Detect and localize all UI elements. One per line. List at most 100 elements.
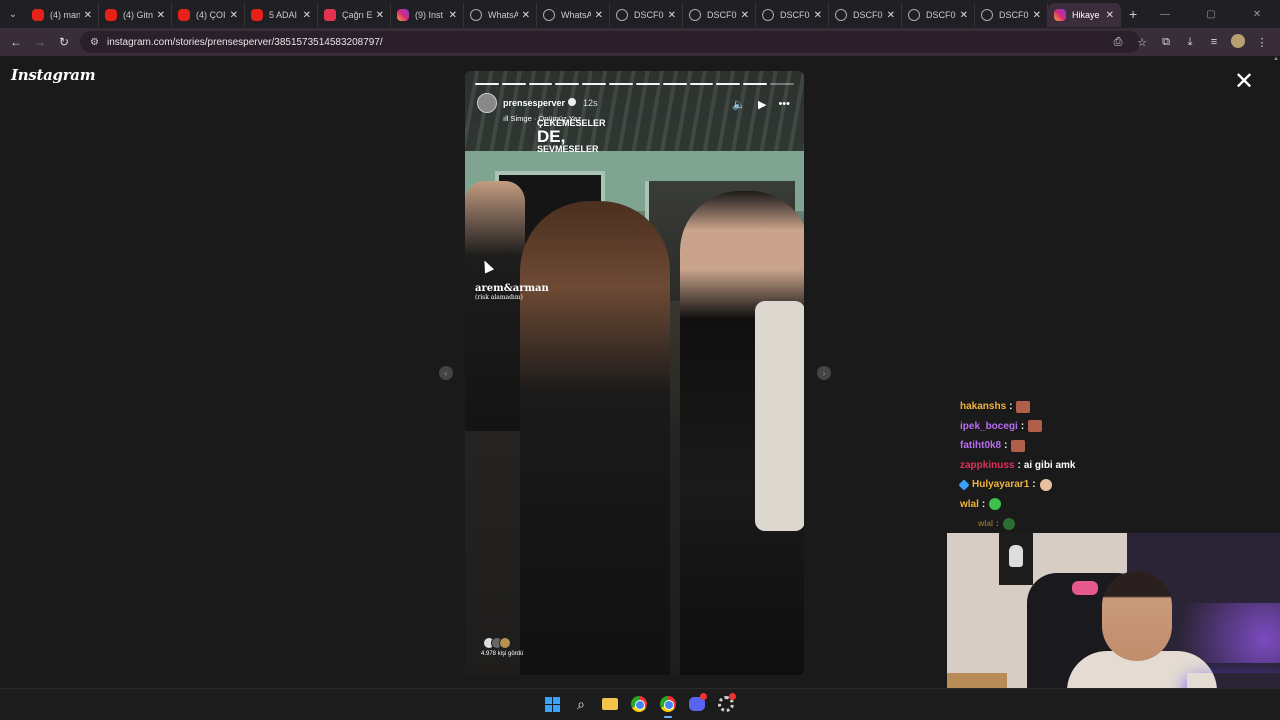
progress-segment: [609, 83, 633, 85]
youtube-icon: [32, 9, 44, 21]
close-tab-icon[interactable]: ✕: [522, 10, 530, 21]
chat-message: Hulyayarar1:: [958, 475, 1260, 495]
browser-tab[interactable]: Çağrı E ✕: [318, 3, 391, 27]
maximize-icon[interactable]: ▢: [1188, 9, 1234, 20]
discord-icon[interactable]: [686, 693, 708, 715]
browser-tab[interactable]: DSCF0 ✕: [756, 3, 829, 27]
close-tab-icon[interactable]: ✕: [960, 10, 968, 21]
instagram-logo[interactable]: Instagram: [11, 66, 96, 84]
browser-tab[interactable]: DSCF0 ✕: [829, 3, 902, 27]
browser-tab[interactable]: (4) man ✕: [26, 3, 99, 27]
chat-username: wlal: [960, 498, 979, 510]
site-info-icon[interactable]: ⚙: [90, 37, 99, 48]
browser-tab[interactable]: DSCF0 ✕: [683, 3, 756, 27]
chrome-active-icon[interactable]: [657, 693, 679, 718]
reload-icon[interactable]: ↻: [52, 35, 76, 49]
close-tab-icon[interactable]: ✕: [303, 10, 311, 21]
story-photo-background-person: [465, 181, 525, 431]
progress-segment: [528, 83, 553, 85]
tab-title: WhatsA: [488, 10, 518, 20]
close-tab-icon[interactable]: ✕: [449, 10, 457, 21]
close-tab-icon[interactable]: ✕: [376, 10, 384, 21]
close-tab-icon[interactable]: ✕: [887, 10, 895, 21]
downloads-icon[interactable]: ⤓: [1178, 36, 1202, 49]
extensions-icon[interactable]: ⧉: [1154, 36, 1178, 49]
story-card[interactable]: prensesperver 12s ıll Simge · Önümüz Yaz …: [465, 71, 804, 675]
tab-title: DSCF0: [634, 10, 664, 20]
chat-message: wlal:: [960, 495, 1260, 515]
chrome-icon[interactable]: [628, 693, 650, 715]
address-bar[interactable]: ⚙ instagram.com/stories/prensesperver/38…: [80, 31, 1140, 53]
browser-tab[interactable]: (4) ÇOI ✕: [172, 3, 245, 27]
next-story-icon[interactable]: ›: [817, 366, 831, 380]
close-tab-icon[interactable]: ✕: [84, 10, 92, 21]
settings-gear-icon[interactable]: [715, 693, 737, 715]
bookmark-star-icon[interactable]: ☆: [1130, 36, 1154, 49]
browser-tab[interactable]: DSCF0 ✕: [975, 3, 1048, 27]
play-icon[interactable]: ▶: [758, 98, 766, 111]
tab-search-chevron-icon[interactable]: ⌄: [0, 0, 26, 28]
browser-menu-icon[interactable]: ⋮: [1250, 36, 1274, 49]
chat-emote-icon: [1028, 420, 1043, 433]
profile-avatar[interactable]: [1226, 33, 1250, 51]
story-progress-bar: [475, 83, 794, 85]
browser-tab[interactable]: WhatsA ✕: [464, 3, 537, 27]
story-viewers[interactable]: 4.978 kişi gördü: [481, 637, 523, 657]
file-explorer-icon[interactable]: [599, 693, 621, 715]
globe-icon: [470, 9, 482, 21]
chat-emote-icon: [1016, 400, 1031, 413]
install-app-icon[interactable]: ⎙: [1106, 36, 1130, 49]
story-mention-sticker[interactable]: arem&arman (risk alamadım): [475, 283, 549, 301]
close-tab-icon[interactable]: ✕: [157, 10, 165, 21]
chat-separator: :: [981, 498, 986, 510]
story-author-avatar[interactable]: [477, 93, 497, 113]
tab-title: (4) man: [50, 10, 80, 20]
more-options-icon[interactable]: •••: [778, 98, 790, 111]
chat-separator: :: [1009, 401, 1013, 413]
close-tab-icon[interactable]: ✕: [595, 10, 603, 21]
instagram-icon: [1054, 9, 1066, 21]
close-tab-icon[interactable]: ✕: [230, 10, 238, 21]
progress-segment: [582, 83, 607, 85]
chat-separator: :: [1017, 459, 1021, 471]
browser-tab[interactable]: 5 ADAI ✕: [245, 3, 318, 27]
search-icon[interactable]: ⌕: [570, 693, 592, 715]
verified-badge-icon: [568, 97, 577, 106]
browser-tab[interactable]: DSCF0 ✕: [610, 3, 683, 27]
progress-segment: [635, 83, 660, 85]
close-tab-icon[interactable]: ✕: [668, 10, 676, 21]
close-tab-icon[interactable]: ✕: [1033, 10, 1041, 21]
new-tab-button[interactable]: +: [1129, 6, 1137, 22]
chat-username: zappkinuss: [960, 459, 1015, 471]
chat-text: ai gibi amk: [1023, 459, 1076, 471]
forward-icon[interactable]: →: [28, 35, 52, 49]
close-story-icon[interactable]: ✕: [1234, 70, 1254, 94]
music-icon: [324, 9, 336, 21]
close-window-icon[interactable]: ✕: [1234, 9, 1280, 20]
close-tab-icon[interactable]: ✕: [1106, 10, 1114, 21]
browser-tab[interactable]: WhatsA ✕: [537, 3, 610, 27]
story-author-username[interactable]: prensesperver: [503, 98, 565, 108]
tab-title: DSCF0: [926, 10, 956, 20]
chat-message: fatiht0k8:: [960, 436, 1260, 456]
globe-icon: [543, 9, 555, 21]
browser-tab[interactable]: (9) Inst ✕: [391, 3, 464, 27]
mute-icon[interactable]: 🔈: [732, 98, 746, 111]
close-tab-icon[interactable]: ✕: [814, 10, 822, 21]
globe-icon: [835, 9, 847, 21]
previous-story-icon[interactable]: ‹: [439, 366, 453, 380]
window-controls: — ▢ ✕: [1142, 0, 1280, 28]
media-control-icon[interactable]: ≡: [1202, 36, 1226, 48]
back-icon[interactable]: ←: [4, 35, 28, 49]
close-tab-icon[interactable]: ✕: [741, 10, 749, 21]
browser-tab[interactable]: Hikaye ✕: [1048, 3, 1121, 27]
chat-separator: :: [1004, 440, 1008, 452]
stream-chat-overlay: hakanshs: ipek_bocegi: fatiht0k8: zappkinus…: [958, 397, 1260, 534]
windows-start-icon[interactable]: [541, 693, 563, 715]
windows-taskbar: ⌕: [0, 688, 1280, 720]
progress-segment: [770, 83, 794, 85]
globe-icon: [981, 9, 993, 21]
browser-tab[interactable]: DSCF0 ✕: [902, 3, 975, 27]
minimize-icon[interactable]: —: [1142, 9, 1188, 20]
browser-tab[interactable]: (4) Gitn ✕: [99, 3, 172, 27]
